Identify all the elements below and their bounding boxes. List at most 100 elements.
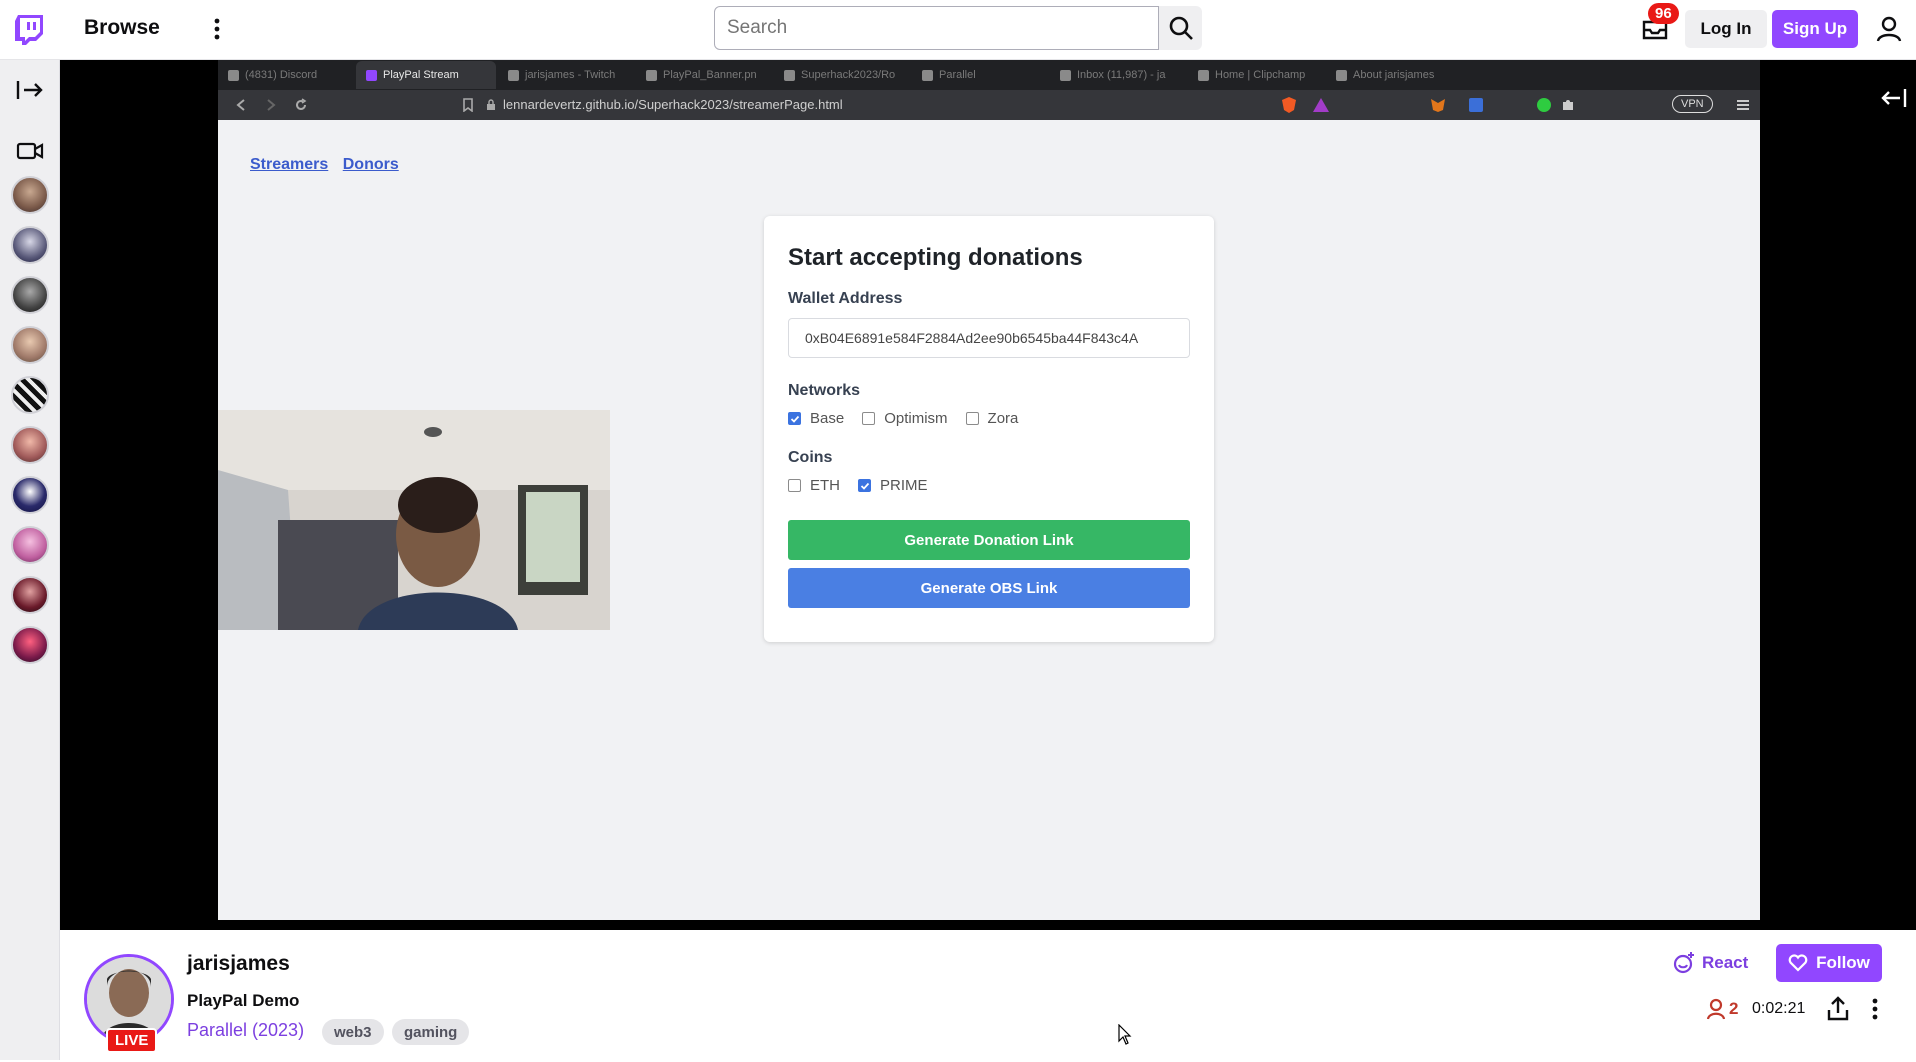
tab-favicon-icon xyxy=(784,69,795,81)
browser-tab: Home | Clipchamp xyxy=(1188,61,1324,89)
twitch-logo-icon[interactable] xyxy=(12,12,46,46)
brave-shield-icon xyxy=(1282,97,1296,113)
streamed-browser-chrome: (4831) Discord PlayPal Stream jarisjames -… xyxy=(218,60,1760,120)
coin-label: PRIME xyxy=(880,477,928,494)
browser-tab: Inbox (11,987) - ja xyxy=(1050,61,1186,89)
tab-favicon-icon xyxy=(366,69,377,81)
game-category-link[interactable]: Parallel (2023) xyxy=(187,1020,304,1041)
login-button[interactable]: Log In xyxy=(1685,10,1767,48)
checkbox-checked-icon xyxy=(858,479,871,492)
browser-tab: (4831) Discord xyxy=(218,61,354,89)
green-extension-icon xyxy=(1537,98,1551,112)
streamed-webpage: Streamers Donors Start accepting donatio… xyxy=(218,120,1760,920)
react-label: React xyxy=(1702,953,1749,972)
metamask-icon xyxy=(1431,99,1445,112)
bookmark-icon xyxy=(463,98,473,112)
share-icon[interactable] xyxy=(1826,996,1850,1022)
channel-avatar[interactable] xyxy=(11,376,49,414)
vpn-badge: VPN xyxy=(1672,95,1713,113)
browser-tab-label: PlayPal Stream xyxy=(383,69,459,81)
follow-label: Follow xyxy=(1816,953,1870,972)
streamers-link[interactable]: Streamers xyxy=(250,156,328,173)
viewers-icon xyxy=(1706,998,1726,1020)
collapse-chat-icon[interactable] xyxy=(1880,86,1908,110)
channel-avatar[interactable] xyxy=(11,476,49,514)
network-label: Zora xyxy=(987,410,1019,427)
checkbox-checked-icon xyxy=(788,412,801,425)
channel-avatar[interactable] xyxy=(11,426,49,464)
coins-checkbox-group: ETH PRIME xyxy=(788,477,1190,494)
tab-favicon-icon xyxy=(646,69,657,81)
donation-settings-card: Start accepting donations Wallet Address… xyxy=(764,216,1214,642)
channel-name[interactable]: jarisjames xyxy=(187,952,290,976)
back-icon xyxy=(236,99,245,111)
more-options-vertical-icon[interactable] xyxy=(1870,996,1880,1022)
browser-tab-label: Parallel xyxy=(939,69,976,81)
checkbox-unchecked-icon xyxy=(965,412,979,425)
wallet-address-input[interactable] xyxy=(788,318,1190,358)
search-button[interactable] xyxy=(1159,6,1202,50)
network-checkbox-base[interactable]: Base xyxy=(788,410,844,427)
browser-tab: jarisjames - Twitch xyxy=(498,61,634,89)
forward-icon xyxy=(267,99,276,111)
tab-favicon-icon xyxy=(1336,69,1347,81)
browser-tab-label: Superhack2023/Ro xyxy=(801,69,896,81)
heart-icon xyxy=(1788,954,1808,972)
search-icon xyxy=(1169,16,1193,40)
browser-tab: PlayPal_Banner.pn xyxy=(636,61,772,89)
extension-icon xyxy=(1469,98,1483,112)
browse-link[interactable]: Browse xyxy=(84,16,160,40)
search-input[interactable] xyxy=(714,6,1159,50)
react-icon xyxy=(1673,952,1694,974)
stream-title: PlayPal Demo xyxy=(187,991,300,1010)
generate-obs-link-button[interactable]: Generate OBS Link xyxy=(788,568,1190,608)
channel-avatar[interactable] xyxy=(11,626,49,664)
page-nav-links: Streamers Donors xyxy=(250,156,409,174)
coin-checkbox-eth[interactable]: ETH xyxy=(788,477,840,494)
channel-avatar[interactable] xyxy=(11,526,49,564)
network-checkbox-zora[interactable]: Zora xyxy=(965,410,1019,427)
rewards-icon xyxy=(1313,98,1329,112)
tab-favicon-icon xyxy=(1198,69,1209,81)
followed-channels-camera-icon xyxy=(16,142,44,160)
browser-tab-label: jarisjames - Twitch xyxy=(525,69,616,81)
follow-button[interactable]: Follow xyxy=(1776,944,1882,982)
checkbox-unchecked-icon xyxy=(788,479,801,492)
lock-icon xyxy=(487,99,495,110)
browser-tab-label: Inbox (11,987) - ja xyxy=(1077,69,1166,81)
tag-gaming[interactable]: gaming xyxy=(392,1019,470,1045)
top-navigation: Browse 96 Log In Sign Up xyxy=(0,0,1916,60)
channel-avatar[interactable] xyxy=(11,576,49,614)
browser-tab: About jarisjames xyxy=(1326,61,1462,89)
user-icon[interactable] xyxy=(1874,14,1904,44)
browser-tab-label: Home | Clipchamp xyxy=(1215,69,1306,81)
channel-avatar[interactable] xyxy=(11,276,49,314)
browser-tab-label: (4831) Discord xyxy=(245,69,318,81)
viewer-count: 2 xyxy=(1706,998,1738,1020)
browser-url: lennardevertz.github.io/Superhack2023/st… xyxy=(503,97,843,112)
coin-checkbox-prime[interactable]: PRIME xyxy=(858,477,928,494)
network-label: Base xyxy=(810,410,845,427)
reload-icon xyxy=(296,98,307,110)
signup-button[interactable]: Sign Up xyxy=(1772,10,1858,48)
network-checkbox-optimism[interactable]: Optimism xyxy=(862,410,948,427)
search-bar xyxy=(714,6,1202,50)
live-badge: LIVE xyxy=(106,1028,158,1053)
generate-donation-link-button[interactable]: Generate Donation Link xyxy=(788,520,1190,560)
channel-avatar[interactable] xyxy=(11,326,49,364)
mouse-cursor-icon xyxy=(1118,1024,1132,1045)
puzzle-extensions-icon xyxy=(1563,100,1573,110)
expand-sidebar-icon[interactable] xyxy=(15,78,45,102)
react-button[interactable]: React xyxy=(1672,946,1754,980)
more-options-icon[interactable] xyxy=(210,16,224,42)
channel-avatar[interactable] xyxy=(11,226,49,264)
donors-link[interactable]: Donors xyxy=(343,156,399,173)
network-label: Optimism xyxy=(884,410,948,427)
viewer-count-value: 2 xyxy=(1729,999,1739,1018)
tab-favicon-icon xyxy=(228,69,239,81)
tag-web3[interactable]: web3 xyxy=(322,1019,384,1045)
wallet-address-label: Wallet Address xyxy=(788,290,903,307)
card-title: Start accepting donations xyxy=(788,244,1083,271)
menu-icon xyxy=(1737,100,1749,110)
channel-avatar[interactable] xyxy=(11,176,49,214)
